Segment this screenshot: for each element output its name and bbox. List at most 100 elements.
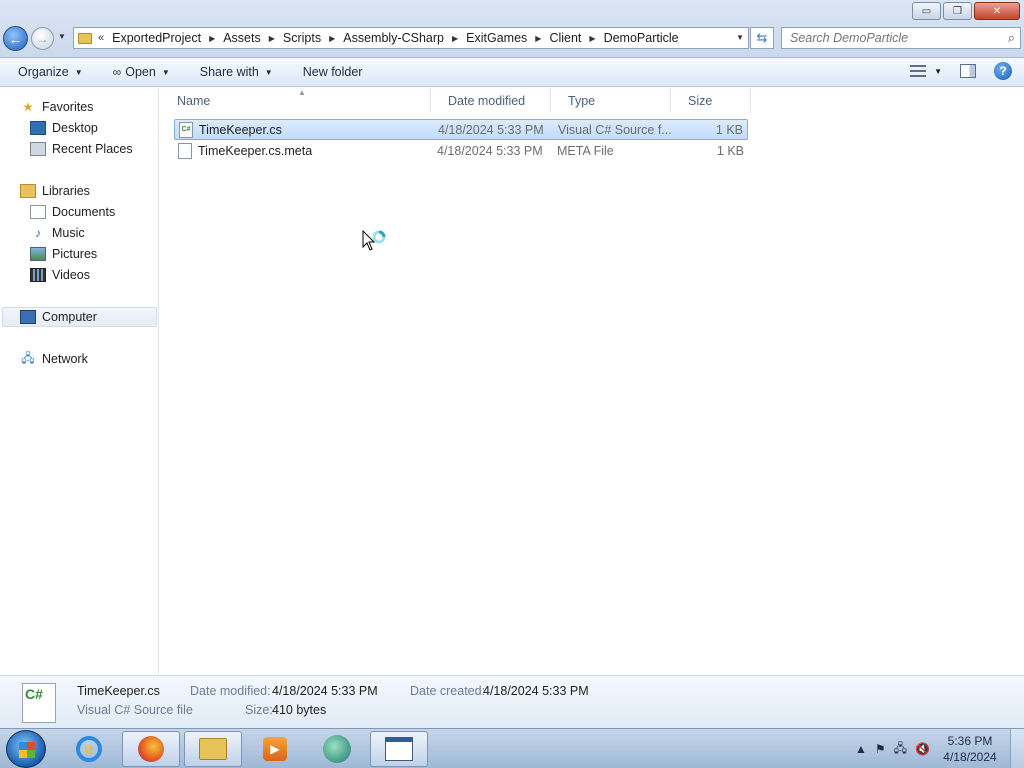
desktop-icon — [30, 121, 46, 135]
dropdown-arrow-icon: ▼ — [264, 67, 273, 77]
blank-file-icon — [178, 142, 192, 159]
breadcrumb: ExportedProject ▶ Assets ▶ Scripts ▶ Assemb… — [112, 31, 678, 45]
maximize-button[interactable]: ❐ — [943, 2, 972, 20]
details-date-modified: 4/18/2024 5:33 PM — [272, 684, 378, 698]
chevron-right-icon[interactable]: ▶ — [329, 34, 335, 43]
nav-label: Libraries — [42, 184, 90, 198]
nav-documents[interactable]: Documents — [30, 202, 115, 222]
details-file-name: TimeKeeper.cs — [77, 684, 160, 698]
search-box[interactable]: ⌕ — [781, 27, 1021, 49]
taskbar-media-player[interactable]: ▶ — [246, 731, 304, 767]
file-list: Name ▲ Date modified Type Size C# TimeKe… — [160, 88, 1024, 675]
forward-button[interactable]: → — [31, 27, 54, 50]
search-icon[interactable]: ⌕ — [1008, 30, 1015, 46]
details-date-created: 4/18/2024 5:33 PM — [483, 684, 589, 698]
breadcrumb-item[interactable]: Scripts — [283, 31, 321, 45]
show-hidden-icons-icon[interactable]: ▲ — [855, 742, 867, 756]
taskbar: e ▶ ▲ ⚑ 🖧 🔇 5:36 PM 4/18/2024 — [0, 728, 1024, 768]
taskbar-internet-explorer[interactable]: e — [60, 731, 118, 767]
breadcrumb-item[interactable]: ExitGames — [466, 31, 527, 45]
help-icon[interactable]: ? — [994, 62, 1012, 80]
chevron-right-icon[interactable]: ▶ — [209, 34, 215, 43]
nav-computer[interactable]: Computer — [2, 307, 157, 327]
title-bar: ▭ ❐ ✕ ← → ▼ « ExportedProject ▶ Assets ▶ S… — [0, 0, 1024, 58]
minimize-button[interactable]: ▭ — [912, 2, 941, 20]
nav-favorites[interactable]: ★ Favorites — [20, 97, 94, 117]
nav-libraries[interactable]: Libraries — [20, 181, 90, 201]
nav-label: Desktop — [52, 121, 98, 135]
taskbar-window-app[interactable] — [370, 731, 428, 767]
breadcrumb-item[interactable]: Assembly-CSharp — [343, 31, 444, 45]
new-folder-button[interactable]: New folder — [303, 65, 363, 79]
column-header-size[interactable]: Size — [671, 88, 751, 113]
address-bar[interactable]: « ExportedProject ▶ Assets ▶ Scripts ▶ Asse… — [73, 27, 749, 49]
change-view-button[interactable]: ▼ — [910, 65, 942, 77]
close-button[interactable]: ✕ — [974, 2, 1020, 20]
file-name: TimeKeeper.cs.meta — [198, 143, 313, 158]
back-button[interactable]: ← — [3, 26, 28, 51]
taskbar-windows-explorer[interactable] — [184, 731, 242, 767]
chevron-right-icon[interactable]: ▶ — [452, 34, 458, 43]
volume-muted-icon[interactable]: 🔇 — [915, 742, 930, 756]
music-icon: ♪ — [35, 226, 41, 240]
new-folder-label: New folder — [302, 65, 363, 79]
libraries-icon — [20, 184, 36, 198]
network-icon: 🖧 — [21, 350, 35, 365]
details-size-label: Size: — [245, 703, 273, 717]
clock-date: 4/18/2024 — [943, 750, 997, 764]
clock-time: 5:36 PM — [947, 734, 993, 748]
internet-explorer-icon: e — [76, 736, 102, 762]
nav-videos[interactable]: Videos — [30, 265, 90, 285]
media-player-icon: ▶ — [263, 737, 287, 761]
column-header-date-modified[interactable]: Date modified — [431, 88, 551, 113]
dropdown-arrow-icon: ▼ — [161, 67, 170, 77]
column-label: Size — [688, 93, 713, 108]
action-center-flag-icon[interactable]: ⚑ — [875, 742, 886, 756]
recent-pages-dropdown[interactable]: ▼ — [58, 32, 66, 41]
nav-label: Music — [52, 226, 85, 240]
documents-icon — [30, 205, 46, 219]
nav-desktop[interactable]: Desktop — [30, 118, 98, 138]
breadcrumb-overflow[interactable]: « — [98, 32, 104, 44]
star-icon: ★ — [22, 100, 34, 114]
breadcrumb-item[interactable]: ExportedProject — [112, 31, 201, 45]
network-status-icon[interactable]: 🖧 — [894, 739, 907, 760]
csharp-file-icon: C# — [179, 121, 193, 138]
preview-pane-icon[interactable] — [960, 64, 976, 78]
nav-pictures[interactable]: Pictures — [30, 244, 97, 264]
column-header-type[interactable]: Type — [551, 88, 671, 113]
column-label: Date modified — [448, 93, 526, 108]
chevron-right-icon[interactable]: ▶ — [269, 34, 275, 43]
nav-recent-places[interactable]: Recent Places — [30, 139, 133, 159]
nav-music[interactable]: ♪ Music — [30, 223, 85, 243]
start-button[interactable] — [6, 730, 46, 768]
clock[interactable]: 5:36 PM 4/18/2024 — [938, 733, 1002, 765]
file-date: 4/18/2024 5:33 PM — [438, 122, 544, 137]
organize-label: Organize — [18, 65, 69, 79]
chevron-right-icon[interactable]: ▶ — [535, 34, 541, 43]
nav-network[interactable]: 🖧 Network — [20, 349, 88, 369]
navigation-pane: ★ Favorites Desktop Recent Places Librari… — [0, 88, 159, 675]
details-pane: C# TimeKeeper.cs Visual C# Source file D… — [0, 675, 1024, 728]
videos-icon — [30, 268, 46, 282]
open-button[interactable]: ∞ Open ▼ — [113, 65, 170, 79]
breadcrumb-item[interactable]: Assets — [223, 31, 261, 45]
chevron-right-icon[interactable]: ▶ — [589, 34, 595, 43]
breadcrumb-item[interactable]: Client — [549, 31, 581, 45]
breadcrumb-item[interactable]: DemoParticle — [604, 31, 679, 45]
nav-label: Pictures — [52, 247, 98, 261]
share-with-button[interactable]: Share with ▼ — [200, 65, 273, 79]
file-row[interactable]: TimeKeeper.cs.meta 4/18/2024 5:33 PM MET… — [174, 140, 748, 161]
nav-label: Recent Places — [52, 142, 133, 156]
address-dropdown-icon[interactable]: ▼ — [736, 33, 744, 42]
search-input[interactable] — [790, 31, 990, 45]
taskbar-green-app[interactable] — [308, 731, 366, 767]
column-header-name[interactable]: Name ▲ — [160, 88, 431, 113]
show-desktop-button[interactable] — [1010, 729, 1024, 768]
file-row[interactable]: C# TimeKeeper.cs 4/18/2024 5:33 PM Visua… — [174, 119, 748, 140]
refresh-button[interactable]: ⇆ — [750, 27, 774, 49]
open-label: Open — [125, 65, 156, 79]
details-size: 410 bytes — [272, 703, 327, 717]
organize-button[interactable]: Organize ▼ — [18, 65, 83, 79]
taskbar-firefox[interactable] — [122, 731, 180, 767]
